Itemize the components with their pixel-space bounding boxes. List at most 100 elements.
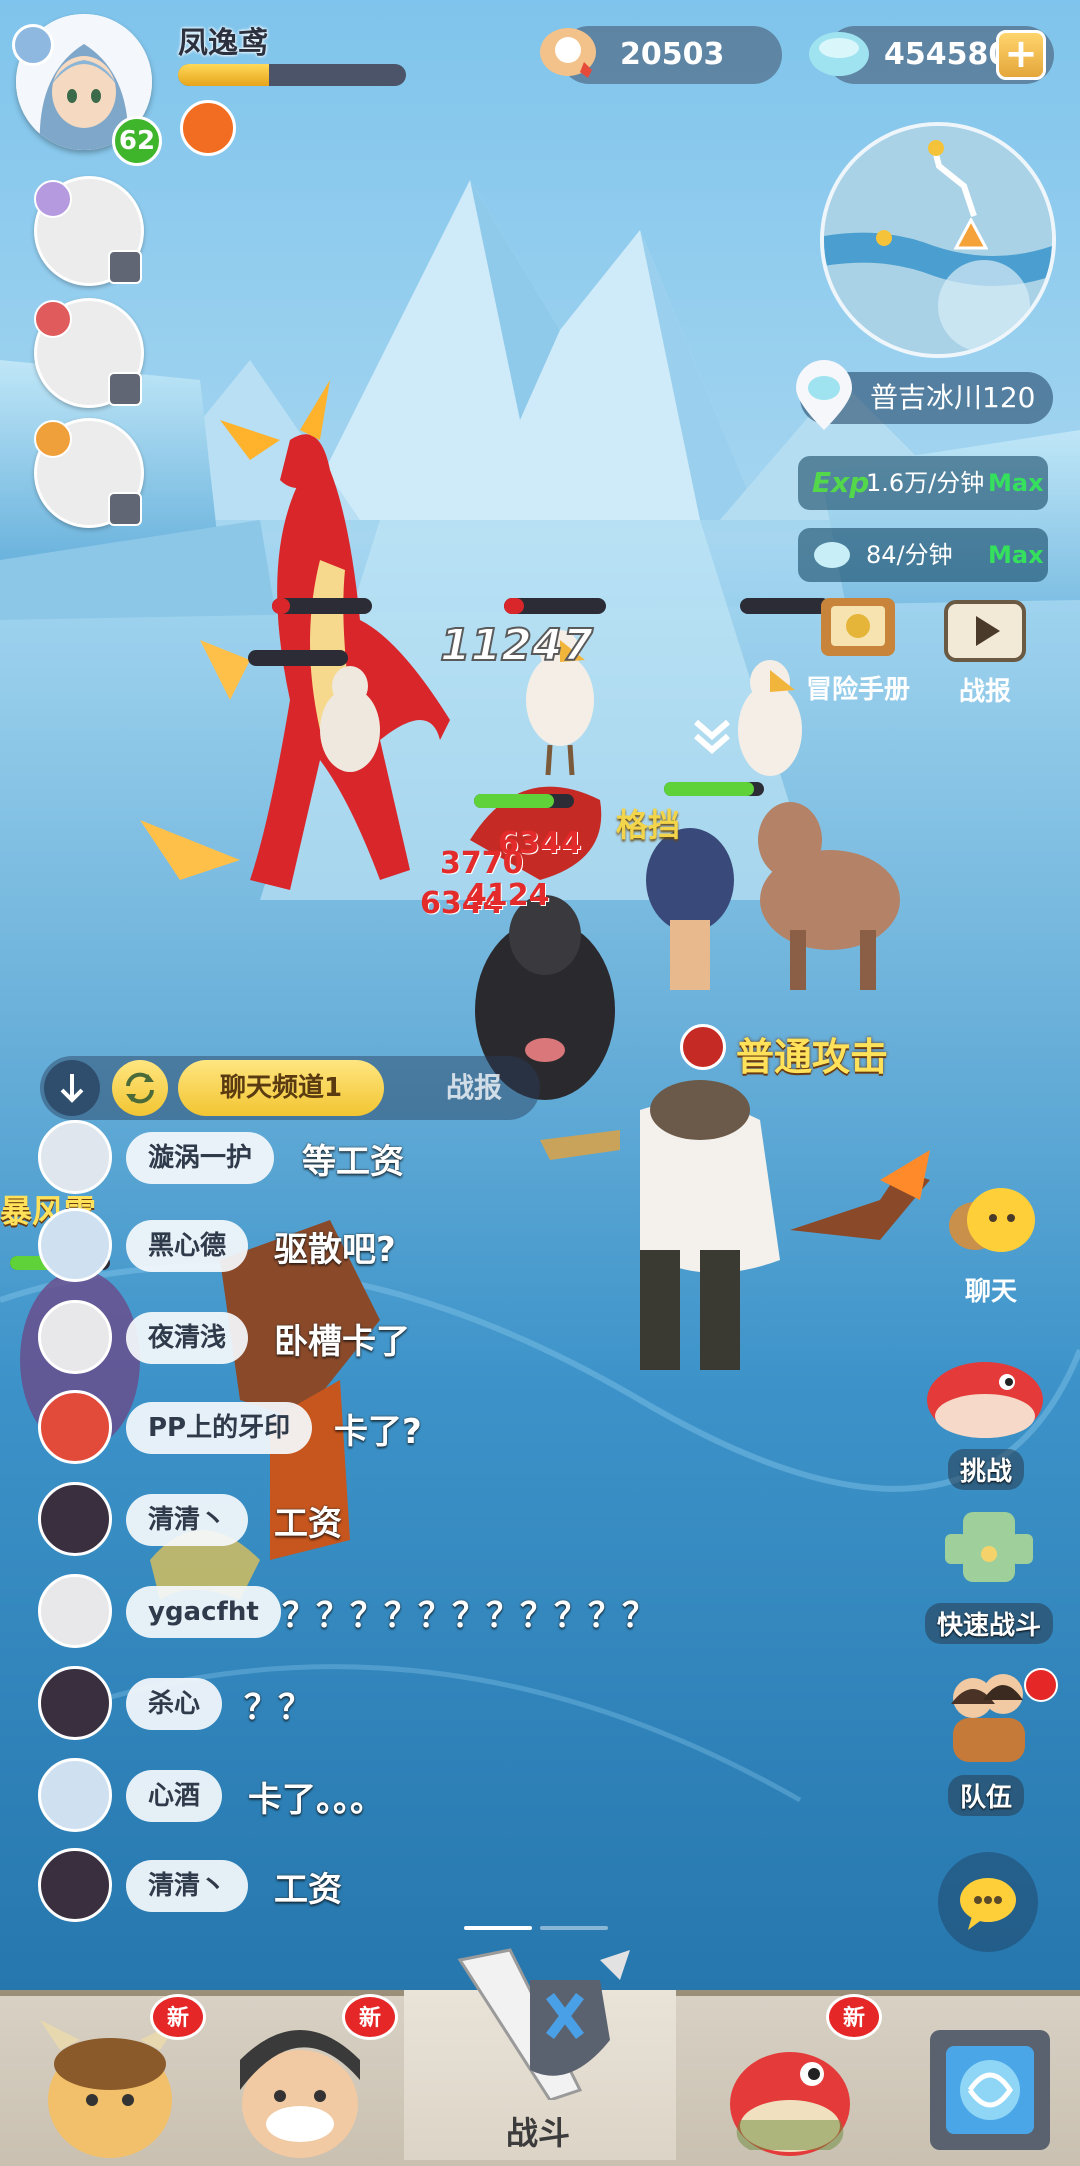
chat-switch-channel-button[interactable] xyxy=(112,1060,168,1116)
enemy-hp-bar xyxy=(248,650,348,666)
tab-battle-report[interactable]: 战报 xyxy=(412,1060,536,1116)
ally-hp-bar xyxy=(664,782,764,796)
gem-currency-value: 454580 xyxy=(884,37,1010,72)
adventure-manual-label: 冒险手册 xyxy=(805,675,910,705)
player-hp-bar xyxy=(178,64,406,86)
location-name: 普吉冰川120 xyxy=(870,381,1036,414)
chat-sender-name[interactable]: 黑心德 xyxy=(126,1220,249,1272)
mage-class-icon xyxy=(34,180,72,218)
gem-rate-panel: 84/分钟 Max xyxy=(798,528,1048,582)
chat-avatar[interactable] xyxy=(38,1300,112,1374)
player-hp-fill xyxy=(178,64,270,86)
pearl-currency-value: 20503 xyxy=(620,37,725,72)
chat-message-text: ？？ xyxy=(244,1688,312,1728)
chat-avatar[interactable] xyxy=(38,1758,112,1832)
chat-message-text: 卡了? xyxy=(334,1412,422,1452)
add-gems-button[interactable]: + xyxy=(996,30,1046,80)
buff-status-icon[interactable] xyxy=(180,100,236,156)
chat-message-text: 卧槽卡了 xyxy=(274,1322,410,1362)
damage-number-large: 11247 xyxy=(439,619,594,672)
chat-sender-name[interactable]: PP上的牙印 xyxy=(126,1402,313,1454)
location-pin-icon xyxy=(796,360,852,430)
tab-chat-channel[interactable]: 聊天频道1 xyxy=(178,1060,384,1116)
exp-rate-panel: Exp 1.6万/分钟 Max xyxy=(798,456,1048,510)
chat-sender-name[interactable]: ygacfht xyxy=(126,1586,281,1638)
exp-max-label: Max xyxy=(988,469,1044,497)
chat-message-text: 工资 xyxy=(274,1870,342,1910)
chat-message-text: 卡了。。。 xyxy=(248,1780,384,1820)
damage-number: 4124 xyxy=(466,878,550,913)
party-status-icon xyxy=(108,250,142,284)
nav-item-portal[interactable] xyxy=(900,2000,1080,2160)
new-badge: 新 xyxy=(150,1994,206,2040)
page-indicator-active xyxy=(464,1926,532,1930)
gem-max-label: Max xyxy=(988,541,1044,569)
gem-rate-icon xyxy=(814,542,850,568)
stone-totem-icon xyxy=(945,1512,1033,1582)
minimap[interactable] xyxy=(820,122,1056,358)
portal-icon xyxy=(930,2030,1050,2150)
skill-name: 普通攻击 xyxy=(736,1035,889,1079)
warrior-class-icon xyxy=(34,300,72,338)
nav-item-battle[interactable]: 战斗 xyxy=(440,1940,640,2160)
chat-avatar[interactable] xyxy=(38,1120,112,1194)
new-badge: 新 xyxy=(826,1994,882,2040)
chat-avatar[interactable] xyxy=(38,1666,112,1740)
adventure-manual-button[interactable]: 冒险手册 xyxy=(796,592,920,706)
party-status-icon xyxy=(108,372,142,406)
player-name: 凤逸鸢 xyxy=(178,26,268,61)
chat-avatar[interactable] xyxy=(38,1390,112,1464)
battle-report-button[interactable]: 战报 xyxy=(930,598,1040,708)
nav-battle-label: 战斗 xyxy=(506,2114,571,2152)
team-notification-dot xyxy=(1024,1668,1058,1702)
red-dinosaur-icon xyxy=(927,1362,1043,1438)
new-badge: 新 xyxy=(342,1994,398,2040)
chat-avatar[interactable] xyxy=(38,1208,112,1282)
refresh-icon xyxy=(126,1072,154,1104)
challenge-button[interactable]: 挑战 xyxy=(912,1346,1060,1490)
chat-avatar[interactable] xyxy=(38,1482,112,1556)
player-level-badge: 62 xyxy=(112,116,162,166)
chat-avatar[interactable] xyxy=(38,1848,112,1922)
quick-battle-button[interactable]: 快速战斗 xyxy=(924,1504,1054,1644)
chat-bubble-icon xyxy=(949,1188,1035,1252)
block-text: 格挡 xyxy=(616,806,681,844)
chat-button[interactable]: 聊天 xyxy=(936,1180,1046,1308)
chat-sender-name[interactable]: 心酒 xyxy=(126,1770,223,1822)
chat-label: 聊天 xyxy=(964,1277,1017,1307)
chat-message-text: ？？？？？？？？？？？ xyxy=(282,1596,656,1636)
enemy-hp-bar xyxy=(272,598,372,614)
page-indicator xyxy=(540,1926,608,1930)
exp-icon: Exp xyxy=(812,466,870,499)
archer-class-icon xyxy=(34,420,72,458)
chat-message-text: 工资 xyxy=(274,1504,342,1544)
pearl-shell-icon xyxy=(540,28,596,78)
player-location-marker-icon xyxy=(954,218,988,250)
ally-hp-bar xyxy=(474,794,574,808)
chat-collapse-button[interactable] xyxy=(44,1060,100,1116)
damage-number: 3770 xyxy=(440,846,524,881)
minimap-terrain xyxy=(824,126,1052,354)
quick-chat-button[interactable] xyxy=(938,1852,1038,1952)
team-label: 队伍 xyxy=(947,1775,1024,1816)
exp-rate-value: 1.6万/分钟 xyxy=(866,469,985,497)
chat-sender-name[interactable]: 漩涡一护 xyxy=(126,1132,275,1184)
chat-avatar[interactable] xyxy=(38,1574,112,1648)
chat-message-text: 驱散吧? xyxy=(274,1230,396,1270)
speech-bubble-icon xyxy=(960,1878,1016,1930)
video-play-icon xyxy=(944,600,1026,662)
quick-battle-label: 快速战斗 xyxy=(924,1603,1053,1644)
skill-icon xyxy=(680,1024,726,1070)
sword-badge-icon xyxy=(12,24,54,66)
sword-shield-icon xyxy=(457,1948,630,2102)
enemy-hp-bar xyxy=(504,598,606,614)
chat-message-text: 等工资 xyxy=(302,1142,404,1182)
chat-sender-name[interactable]: 清清丶 xyxy=(126,1860,249,1912)
chat-sender-name[interactable]: 夜清浅 xyxy=(126,1312,249,1364)
chat-sender-name[interactable]: 杀心 xyxy=(126,1678,223,1730)
gem-icon xyxy=(809,32,869,76)
arrow-down-icon xyxy=(60,1074,84,1103)
target-marker-icon xyxy=(694,719,730,754)
party-status-icon xyxy=(108,492,142,526)
chat-sender-name[interactable]: 清清丶 xyxy=(126,1494,249,1546)
